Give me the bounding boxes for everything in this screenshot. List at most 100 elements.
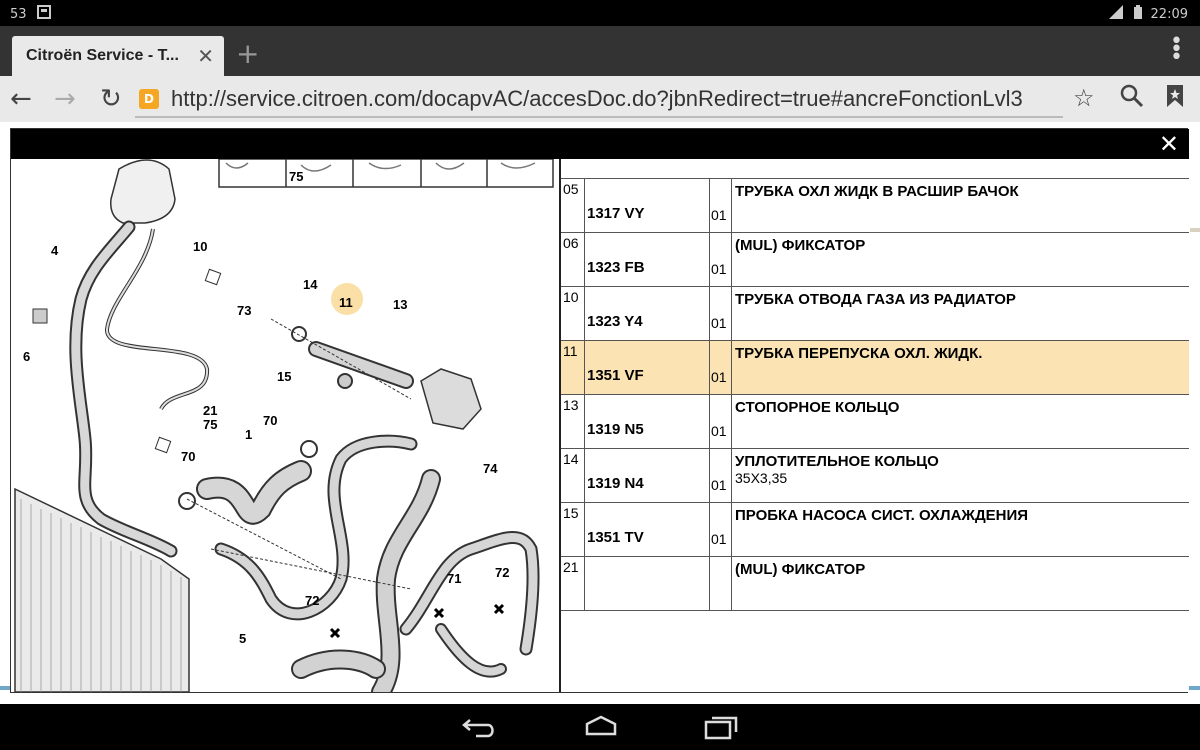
parts-row[interactable]: 15 1351 TV 01 ПРОБКА НАСОСА СИСТ. ОХЛАЖДЕНИ… [561,503,1189,557]
callout-label: 6 [23,349,30,364]
callout-label: 70 [263,413,277,428]
parts-modal: ✕ 75 10 4 73 14 11 13 6 15 21 75 70 1 70… [10,128,1189,693]
part-reference [585,557,710,610]
callout-label: 75 [289,169,303,184]
part-description-cell: СТОПОРНОЕ КОЛЬЦО [732,395,1189,448]
notification-count: 53 [10,6,27,22]
back-button[interactable]: ← [10,84,32,114]
parts-row[interactable]: 10 1323 Y4 01 ТРУБКА ОТВОДА ГАЗА ИЗ РАДИАТО… [561,287,1189,341]
callout-label: 70 [181,449,195,464]
search-icon[interactable] [1120,84,1144,114]
part-reference: 1323 Y4 [585,287,710,340]
callout-label: 1 [245,427,252,442]
callout-label: 72 [495,565,509,580]
status-bar: 53 22:09 [0,0,1200,26]
part-name: ПРОБКА НАСОСА СИСТ. ОХЛАЖДЕНИЯ [735,507,1029,524]
callout-label: 10 [193,239,207,254]
callout-label: 73 [237,303,251,318]
modal-header: ✕ [11,129,1189,159]
tab-bar: Citroën Service - T... ✕ + • • • [0,26,1200,76]
new-tab-button[interactable]: + [236,40,259,68]
part-index: 10 [561,287,585,340]
part-index: 15 [561,503,585,556]
callout-label: 71 [447,571,461,586]
part-index: 14 [561,449,585,502]
part-description-cell: ТРУБКА ОХЛ ЖИДК В РАСШИР БАЧОК [732,179,1189,232]
browser-tab[interactable]: Citroën Service - T... ✕ [12,36,224,76]
part-quantity: 01 [710,179,732,232]
parts-row[interactable]: 05 1317 VY 01 ТРУБКА ОХЛ ЖИДК В РАСШИР БАЧО… [561,179,1189,233]
part-quantity: 01 [710,503,732,556]
callout-label: 5 [239,631,246,646]
parts-row[interactable]: 21 (MUL) ФИКСАТОР [561,557,1189,611]
cooling-system-drawing: 75 10 4 73 14 11 13 6 15 21 75 70 1 70 7… [14,159,554,692]
part-name: (MUL) ФИКСАТОР [735,561,866,578]
bookmarks-icon[interactable] [1166,84,1184,114]
part-description-cell: (MUL) ФИКСАТОР [732,233,1189,286]
home-icon[interactable] [584,714,618,742]
address-bar: ← → ↻ D http://service.citroen.com/docap… [0,76,1200,122]
callout-label: 4 [51,243,59,258]
part-reference: 1319 N5 [585,395,710,448]
part-description-cell: (MUL) ФИКСАТОР [732,557,1189,610]
part-name: СТОПОРНОЕ КОЛЬЦО [735,399,900,416]
callout-label: 14 [303,277,318,292]
parts-table-header [561,159,1189,179]
part-index: 05 [561,179,585,232]
part-description-cell: ТРУБКА ПЕРЕПУСКА ОХЛ. ЖИДК. [732,341,1189,394]
part-reference: 1319 N4 [585,449,710,502]
part-reference: 1351 TV [585,503,710,556]
part-reference: 1317 VY [585,179,710,232]
url-text[interactable]: http://service.citroen.com/docapvAC/acce… [171,86,1023,112]
callout-label: 15 [277,369,291,384]
callout-label: 72 [305,593,319,608]
reload-button[interactable]: ↻ [100,84,122,114]
part-name: (MUL) ФИКСАТОР [735,237,866,254]
part-quantity: 01 [710,449,732,502]
tab-title: Citroën Service - T... [26,47,179,64]
part-name: ТРУБКА ОТВОДА ГАЗА ИЗ РАДИАТОР [735,291,1016,308]
callout-label: 11 [339,295,353,310]
tab-close-button[interactable]: ✕ [197,44,214,68]
parts-row[interactable]: 14 1319 N4 01 УПЛОТИТЕЛЬНОЕ КОЛЬЦО 35X3,35 [561,449,1189,503]
parts-diagram[interactable]: 75 10 4 73 14 11 13 6 15 21 75 70 1 70 7… [11,159,559,692]
part-description-cell: ПРОБКА НАСОСА СИСТ. ОХЛАЖДЕНИЯ [732,503,1189,556]
callout-label: 13 [393,297,407,312]
site-favicon-icon: D [139,89,159,109]
part-quantity: 01 [710,395,732,448]
part-quantity: 01 [710,287,732,340]
clock: 22:09 [1150,6,1188,22]
part-quantity: 01 [710,341,732,394]
part-name: ТРУБКА ОХЛ ЖИДК В РАСШИР БАЧОК [735,183,1019,200]
callout-label: 21 [203,403,217,418]
part-description-cell: УПЛОТИТЕЛЬНОЕ КОЛЬЦО 35X3,35 [732,449,1189,502]
page-edge-fragment [1190,228,1200,232]
forward-button[interactable]: → [54,84,76,114]
system-nav-bar [0,704,1200,750]
part-name: УПЛОТИТЕЛЬНОЕ КОЛЬЦО [735,453,939,470]
overflow-menu-icon[interactable]: • • • [1170,31,1183,69]
part-reference: 1323 FB [585,233,710,286]
part-index: 13 [561,395,585,448]
callout-label: 75 [203,417,217,432]
part-description-cell: ТРУБКА ОТВОДА ГАЗА ИЗ РАДИАТОР [732,287,1189,340]
parts-rows: 05 1317 VY 01 ТРУБКА ОХЛ ЖИДК В РАСШИР БАЧО… [561,179,1189,611]
part-reference: 1351 VF [585,341,710,394]
parts-row[interactable]: 06 1323 FB 01 (MUL) ФИКСАТОР [561,233,1189,287]
recents-icon[interactable] [704,714,738,744]
callout-label: 74 [483,461,498,476]
part-index: 11 [561,341,585,394]
part-quantity [710,557,732,610]
thumbnail-strip [218,159,554,188]
part-index: 21 [561,557,585,610]
parts-row[interactable]: 11 1351 VF 01 ТРУБКА ПЕРЕПУСКА ОХЛ. ЖИДК. [561,341,1189,395]
part-index: 06 [561,233,585,286]
parts-table: 05 1317 VY 01 ТРУБКА ОХЛ ЖИДК В РАСШИР БАЧО… [561,159,1189,692]
parts-row[interactable]: 13 1319 N5 01 СТОПОРНОЕ КОЛЬЦО [561,395,1189,449]
battery-icon [1133,5,1143,23]
modal-close-button[interactable]: ✕ [1159,131,1179,157]
bookmark-star-icon[interactable]: ☆ [1073,84,1095,112]
part-name: ТРУБКА ПЕРЕПУСКА ОХЛ. ЖИДК. [735,345,983,362]
url-input[interactable]: D http://service.citroen.com/docapvAC/ac… [135,80,1063,118]
back-icon[interactable] [462,714,498,742]
